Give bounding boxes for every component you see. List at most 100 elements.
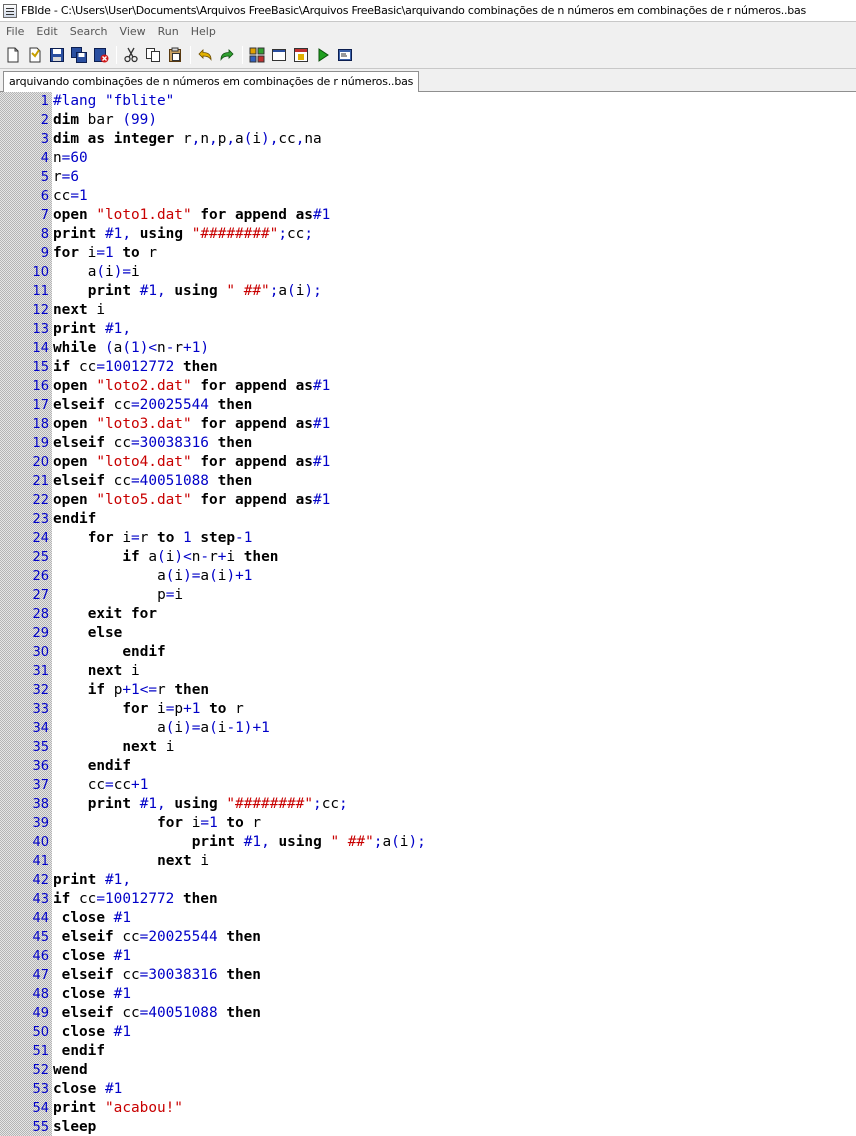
code-line[interactable]: 25 if a(i)<n-r+i then — [0, 548, 856, 567]
code-line[interactable]: 26 a(i)=a(i)+1 — [0, 567, 856, 586]
code-line[interactable]: 6 cc=1 — [0, 187, 856, 206]
code-line[interactable]: 45 elseif cc=20025544 then — [0, 928, 856, 947]
copy-icon[interactable] — [143, 45, 163, 65]
cut-icon[interactable] — [121, 45, 141, 65]
paste-icon[interactable] — [165, 45, 185, 65]
code-line[interactable]: 41 next i — [0, 852, 856, 871]
number-literal: 1 — [131, 340, 140, 356]
code-line[interactable]: 10 a(i)=i — [0, 263, 856, 282]
code-line[interactable]: 49 elseif cc=40051088 then — [0, 1004, 856, 1023]
line-number: 48 — [32, 987, 49, 1002]
code-line[interactable]: 39 for i=1 to r — [0, 814, 856, 833]
new-file-icon[interactable] — [3, 45, 23, 65]
code-line[interactable]: 3 dim as integer r,n,p,a(i),cc,na — [0, 130, 856, 149]
code-line[interactable]: 4 n=60 — [0, 149, 856, 168]
menu-view[interactable]: View — [114, 22, 152, 41]
menu-search[interactable]: Search — [64, 22, 114, 41]
code-line[interactable]: 8 print #1, using "########";cc; — [0, 225, 856, 244]
code-line[interactable]: 17 elseif cc=20025544 then — [0, 396, 856, 415]
keyword: close — [61, 986, 105, 1002]
code-line[interactable]: 35 next i — [0, 738, 856, 757]
string-literal: " ##" — [226, 283, 270, 299]
code-line[interactable]: 50 close #1 — [0, 1023, 856, 1042]
code-line[interactable]: 24 for i=r to 1 step-1 — [0, 529, 856, 548]
code-line[interactable]: 54 print "acabou!" — [0, 1099, 856, 1118]
code-text: print #1, using " ##";a(i); — [87, 283, 322, 299]
menu-file[interactable]: File — [0, 22, 30, 41]
number-literal: 40051088 — [148, 1005, 218, 1021]
code-line[interactable]: 9 for i=1 to r — [0, 244, 856, 263]
line-number: 30 — [32, 645, 49, 660]
redo-icon[interactable] — [217, 45, 237, 65]
code-line[interactable]: 20 open "loto4.dat" for append as#1 — [0, 453, 856, 472]
menu-run[interactable]: Run — [152, 22, 185, 41]
code-line[interactable]: 1 #lang "fblite" — [0, 92, 856, 111]
code-line[interactable]: 43 if cc=10012772 then — [0, 890, 856, 909]
code-line[interactable]: 46 close #1 — [0, 947, 856, 966]
tab-file[interactable]: arquivando combinações de n números em c… — [3, 71, 420, 92]
run-window-icon[interactable] — [269, 45, 289, 65]
code-line[interactable]: 37 cc=cc+1 — [0, 776, 856, 795]
code-line[interactable]: 11 print #1, using " ##";a(i); — [0, 282, 856, 301]
code-line[interactable]: 14 while (a(1)<n-r+1) — [0, 339, 856, 358]
code-line[interactable]: 27 p=i — [0, 586, 856, 605]
code-line[interactable]: 36 endif — [0, 757, 856, 776]
compile-run-icon[interactable] — [291, 45, 311, 65]
code-editor[interactable]: 1 #lang "fblite" 2 dim bar (99) 3 dim as inte… — [0, 92, 856, 1136]
code-line[interactable]: 51 endif — [0, 1042, 856, 1061]
code-line[interactable]: 32 if p+1<=r then — [0, 681, 856, 700]
code-line[interactable]: 18 open "loto3.dat" for append as#1 — [0, 415, 856, 434]
code-line[interactable]: 22 open "loto5.dat" for append as#1 — [0, 491, 856, 510]
code-text: print #1, — [53, 320, 131, 339]
operator: ; — [417, 834, 426, 850]
code-line[interactable]: 21 elseif cc=40051088 then — [0, 472, 856, 491]
save-all-icon[interactable] — [69, 45, 89, 65]
code-line[interactable]: 42 print #1, — [0, 871, 856, 890]
operator: ( — [209, 568, 218, 584]
code-text: else — [53, 624, 123, 643]
code-line[interactable]: 34 a(i)=a(i-1)+1 — [0, 719, 856, 738]
code-text: endif — [53, 1042, 105, 1061]
code-line[interactable]: 29 else — [0, 624, 856, 643]
string-literal: "loto3.dat" — [96, 416, 192, 432]
open-file-icon[interactable] — [25, 45, 45, 65]
code-line[interactable]: 40 print #1, using " ##";a(i); — [0, 833, 856, 852]
keyword: then — [226, 967, 261, 983]
run-icon[interactable] — [313, 45, 333, 65]
code-line[interactable]: 52 wend — [0, 1061, 856, 1080]
code-line[interactable]: 38 print #1, using "########";cc; — [0, 795, 856, 814]
operator: , — [122, 872, 132, 888]
code-line[interactable]: 23 endif — [0, 510, 856, 529]
code-line[interactable]: 55 sleep — [0, 1118, 856, 1136]
code-line[interactable]: 33 for i=p+1 to r — [0, 700, 856, 719]
code-line[interactable]: 13 print #1, — [0, 320, 856, 339]
code-line[interactable]: 53 close #1 — [0, 1080, 856, 1099]
code-line[interactable]: 30 endif — [0, 643, 856, 662]
code-line[interactable]: 47 elseif cc=30038316 then — [0, 966, 856, 985]
code-line[interactable]: 7 open "loto1.dat" for append as#1 — [0, 206, 856, 225]
code-area[interactable]: 1 #lang "fblite" 2 dim bar (99) 3 dim as inte… — [0, 92, 856, 1136]
keyword: then — [217, 397, 253, 413]
console-icon[interactable] — [335, 45, 355, 65]
close-file-icon[interactable] — [91, 45, 111, 65]
save-icon[interactable] — [47, 45, 67, 65]
line-number: 20 — [32, 455, 49, 470]
code-text: elseif cc=30038316 then — [53, 435, 253, 451]
code-line[interactable]: 31 next i — [0, 662, 856, 681]
code-line[interactable]: 16 open "loto2.dat" for append as#1 — [0, 377, 856, 396]
operator: ; — [269, 283, 279, 299]
menu-help[interactable]: Help — [185, 22, 222, 41]
code-line[interactable]: 2 dim bar (99) — [0, 111, 856, 130]
code-text: p=i — [157, 587, 184, 603]
code-line[interactable]: 44 close #1 — [0, 909, 856, 928]
code-line[interactable]: 15 if cc=10012772 then — [0, 358, 856, 377]
code-line[interactable]: 28 exit for — [0, 605, 856, 624]
code-line[interactable]: 19 elseif cc=30038316 then — [0, 434, 856, 453]
code-line[interactable]: 12 next i — [0, 301, 856, 320]
undo-icon[interactable] — [195, 45, 215, 65]
menu-edit[interactable]: Edit — [30, 22, 63, 41]
operator: + — [183, 701, 192, 717]
compile-icon[interactable] — [247, 45, 267, 65]
code-line[interactable]: 5 r=6 — [0, 168, 856, 187]
code-line[interactable]: 48 close #1 — [0, 985, 856, 1004]
